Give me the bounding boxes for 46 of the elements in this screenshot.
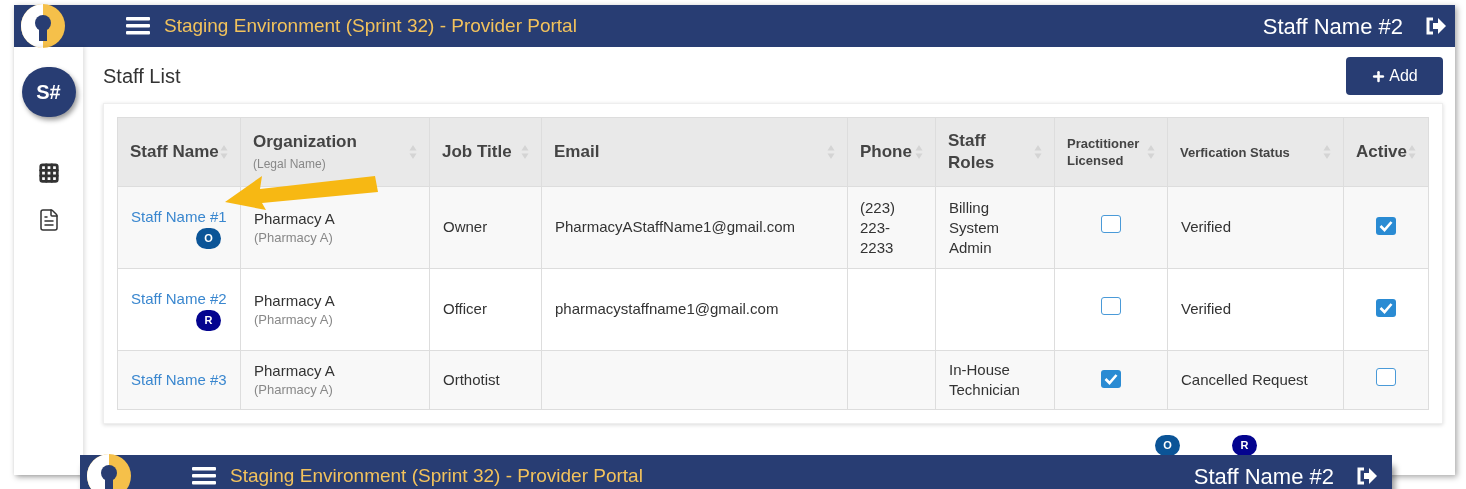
checkbox[interactable] bbox=[1101, 369, 1121, 388]
user-avatar[interactable]: S# bbox=[21, 67, 76, 117]
column-header[interactable]: Email bbox=[541, 117, 848, 187]
add-button[interactable]: Add bbox=[1346, 57, 1443, 95]
column-header[interactable]: Active bbox=[1343, 117, 1429, 187]
table-cell: pharmacystaffname1@gmail.com bbox=[541, 268, 848, 351]
table-cell: In-House Technician bbox=[935, 350, 1055, 410]
plus-icon bbox=[1371, 68, 1387, 84]
staff-link[interactable]: Staff Name #1 bbox=[131, 206, 227, 227]
staff-link[interactable]: Staff Name #2 bbox=[131, 288, 227, 309]
logout-icon[interactable] bbox=[1425, 17, 1447, 35]
table-cell: Verified bbox=[1167, 268, 1344, 351]
role-badge: R bbox=[196, 309, 221, 331]
checkbox[interactable] bbox=[1376, 217, 1396, 236]
column-header[interactable]: Verfication Status bbox=[1167, 117, 1344, 187]
table-cell: Pharmacy A (Pharmacy A) bbox=[240, 350, 430, 410]
page-title: Staff List bbox=[103, 64, 181, 89]
column-header[interactable]: Phone bbox=[847, 117, 936, 187]
column-header[interactable]: Practitioner Licensed bbox=[1054, 117, 1168, 187]
table-cell: Verified bbox=[1167, 186, 1344, 269]
checkbox[interactable] bbox=[1101, 297, 1121, 316]
table-cell: Billing System Admin bbox=[935, 186, 1055, 269]
user-name[interactable]: Staff Name #2 bbox=[1193, 459, 1334, 489]
app-title: Staging Environment (Sprint 32) - Provider Portal bbox=[164, 13, 577, 38]
table-cell: PharmacyAStaffName1@gmail.com bbox=[541, 186, 848, 269]
column-header[interactable]: Staff Roles bbox=[935, 117, 1055, 187]
column-header[interactable]: Staff Name bbox=[117, 117, 241, 187]
logout-icon[interactable] bbox=[1356, 467, 1378, 485]
table-cell: Pharmacy A (Pharmacy A) bbox=[240, 268, 430, 351]
staff-link[interactable]: Staff Name #3 bbox=[131, 370, 227, 390]
checkbox[interactable] bbox=[1101, 215, 1121, 234]
column-header[interactable]: Job Title bbox=[429, 117, 542, 187]
role-badge: O bbox=[1155, 435, 1180, 456]
user-name[interactable]: Staff Name #2 bbox=[1262, 9, 1403, 43]
role-badge: R bbox=[1232, 435, 1257, 456]
table-cell: (223) 223-2233 bbox=[847, 186, 936, 269]
menu-icon[interactable] bbox=[192, 467, 216, 485]
table-cell: Orthotist bbox=[429, 350, 542, 410]
table-cell: Cancelled Request bbox=[1167, 350, 1344, 410]
app-title: Staging Environment (Sprint 32) - Provider Portal bbox=[230, 463, 643, 488]
menu-icon[interactable] bbox=[126, 17, 150, 35]
checkbox[interactable] bbox=[1376, 367, 1396, 386]
role-badge: O bbox=[196, 227, 221, 249]
table-cell: Officer bbox=[429, 268, 542, 351]
table-cell: Owner bbox=[429, 186, 542, 269]
checkbox[interactable] bbox=[1376, 299, 1396, 318]
